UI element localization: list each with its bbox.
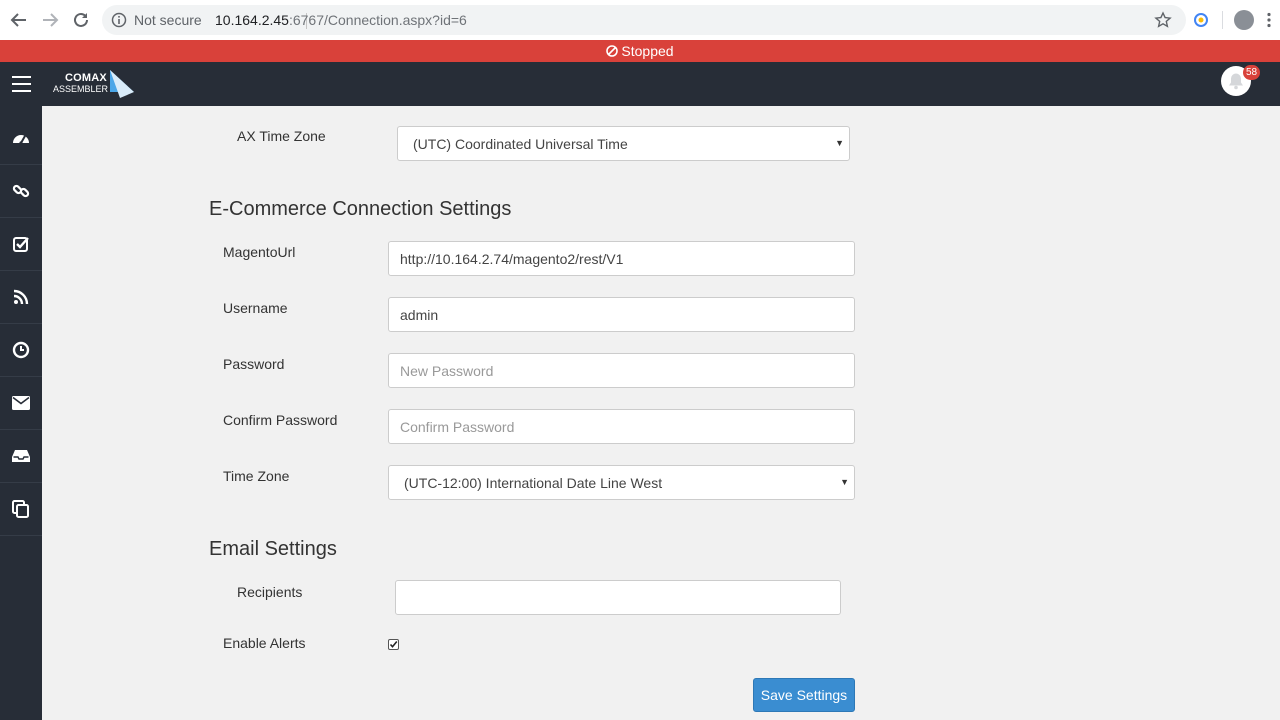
timezone-label: Time Zone bbox=[223, 468, 290, 484]
ax-timezone-select[interactable]: (UTC) Coordinated Universal Time ▼ bbox=[397, 126, 850, 161]
link-icon bbox=[12, 184, 30, 198]
confirm-password-label: Confirm Password bbox=[223, 412, 338, 428]
sidebar-item-inbox[interactable] bbox=[0, 430, 42, 483]
address-bar[interactable]: Not secure 10.164.2.45:6767/Connection.a… bbox=[102, 5, 1186, 35]
status-bar: Stopped bbox=[0, 40, 1280, 62]
timezone-value: (UTC-12:00) International Date Line West bbox=[404, 475, 663, 491]
sidebar-item-copies[interactable] bbox=[0, 483, 42, 536]
app-header: COMAX ASSEMBLER bbox=[0, 62, 1280, 106]
sidebar bbox=[0, 106, 42, 720]
password-label: Password bbox=[223, 356, 285, 372]
stopped-icon bbox=[606, 45, 619, 57]
sidebar-item-email[interactable] bbox=[0, 377, 42, 430]
enable-alerts-label: Enable Alerts bbox=[223, 635, 306, 651]
reload-icon bbox=[74, 12, 88, 27]
security-label: Not secure bbox=[134, 12, 202, 28]
magento-url-label: MagentoUrl bbox=[223, 244, 296, 260]
back-arrow-icon bbox=[10, 13, 26, 27]
password-input[interactable] bbox=[388, 353, 855, 388]
logo-line-1: COMAX bbox=[65, 72, 107, 84]
envelope-icon bbox=[12, 396, 30, 410]
copy-icon bbox=[12, 500, 29, 518]
email-section-title: Email Settings bbox=[209, 538, 337, 560]
url-path: :6767/Connection.aspx?id=6 bbox=[288, 12, 467, 28]
recipients-label: Recipients bbox=[237, 584, 303, 600]
sidebar-item-dashboard[interactable] bbox=[0, 112, 42, 165]
enable-alerts-checkbox[interactable] bbox=[388, 639, 399, 650]
inbox-icon bbox=[12, 450, 30, 462]
magento-url-input[interactable] bbox=[388, 241, 855, 276]
extension-icon[interactable] bbox=[1193, 12, 1209, 28]
checklist-icon bbox=[13, 237, 29, 252]
sidebar-item-tasks[interactable] bbox=[0, 218, 42, 271]
forward-arrow-icon bbox=[43, 13, 59, 27]
forward-button[interactable] bbox=[38, 8, 62, 32]
ax-timezone-value: (UTC) Coordinated Universal Time bbox=[413, 136, 628, 152]
chevron-down-icon: ▼ bbox=[840, 477, 849, 487]
username-label: Username bbox=[223, 300, 288, 316]
checkmark-icon bbox=[389, 640, 398, 648]
status-label: Stopped bbox=[621, 43, 674, 59]
sidebar-item-feeds[interactable] bbox=[0, 271, 42, 324]
back-button[interactable] bbox=[7, 8, 31, 32]
browser-toolbar: Not secure 10.164.2.45:6767/Connection.a… bbox=[0, 0, 1280, 40]
confirm-password-input[interactable] bbox=[388, 409, 855, 444]
ecommerce-section-title: E-Commerce Connection Settings bbox=[209, 198, 512, 220]
chevron-down-icon: ▼ bbox=[835, 138, 844, 148]
ax-timezone-label: AX Time Zone bbox=[237, 128, 326, 144]
profile-avatar[interactable] bbox=[1234, 10, 1254, 30]
sidebar-item-connections[interactable] bbox=[0, 165, 42, 218]
clock-icon bbox=[12, 341, 30, 359]
rss-feed-icon bbox=[13, 289, 29, 305]
timezone-select[interactable]: (UTC-12:00) International Date Line West… bbox=[388, 465, 855, 500]
comax-logo: COMAX ASSEMBLER bbox=[52, 68, 136, 102]
bookmark-star-icon[interactable] bbox=[1154, 11, 1172, 29]
dashboard-icon bbox=[13, 135, 29, 145]
logo-sail-icon bbox=[110, 70, 134, 98]
username-input[interactable] bbox=[388, 297, 855, 332]
reload-button[interactable] bbox=[69, 8, 93, 32]
logo-line-2: ASSEMBLER bbox=[53, 84, 109, 94]
sidebar-item-schedule[interactable] bbox=[0, 324, 42, 377]
url-text: 10.164.2.45:6767/Connection.aspx?id=6 bbox=[215, 12, 467, 28]
toolbar-divider bbox=[1222, 11, 1223, 29]
bell-icon bbox=[1229, 73, 1243, 90]
hamburger-menu-icon[interactable] bbox=[12, 76, 31, 92]
notification-badge: 58 bbox=[1243, 65, 1260, 80]
url-host: 10.164.2.45 bbox=[215, 12, 289, 28]
info-icon bbox=[111, 12, 127, 28]
menu-dots-icon[interactable] bbox=[1266, 12, 1272, 28]
recipients-input[interactable] bbox=[395, 580, 841, 615]
save-settings-button[interactable]: Save Settings bbox=[753, 678, 855, 712]
